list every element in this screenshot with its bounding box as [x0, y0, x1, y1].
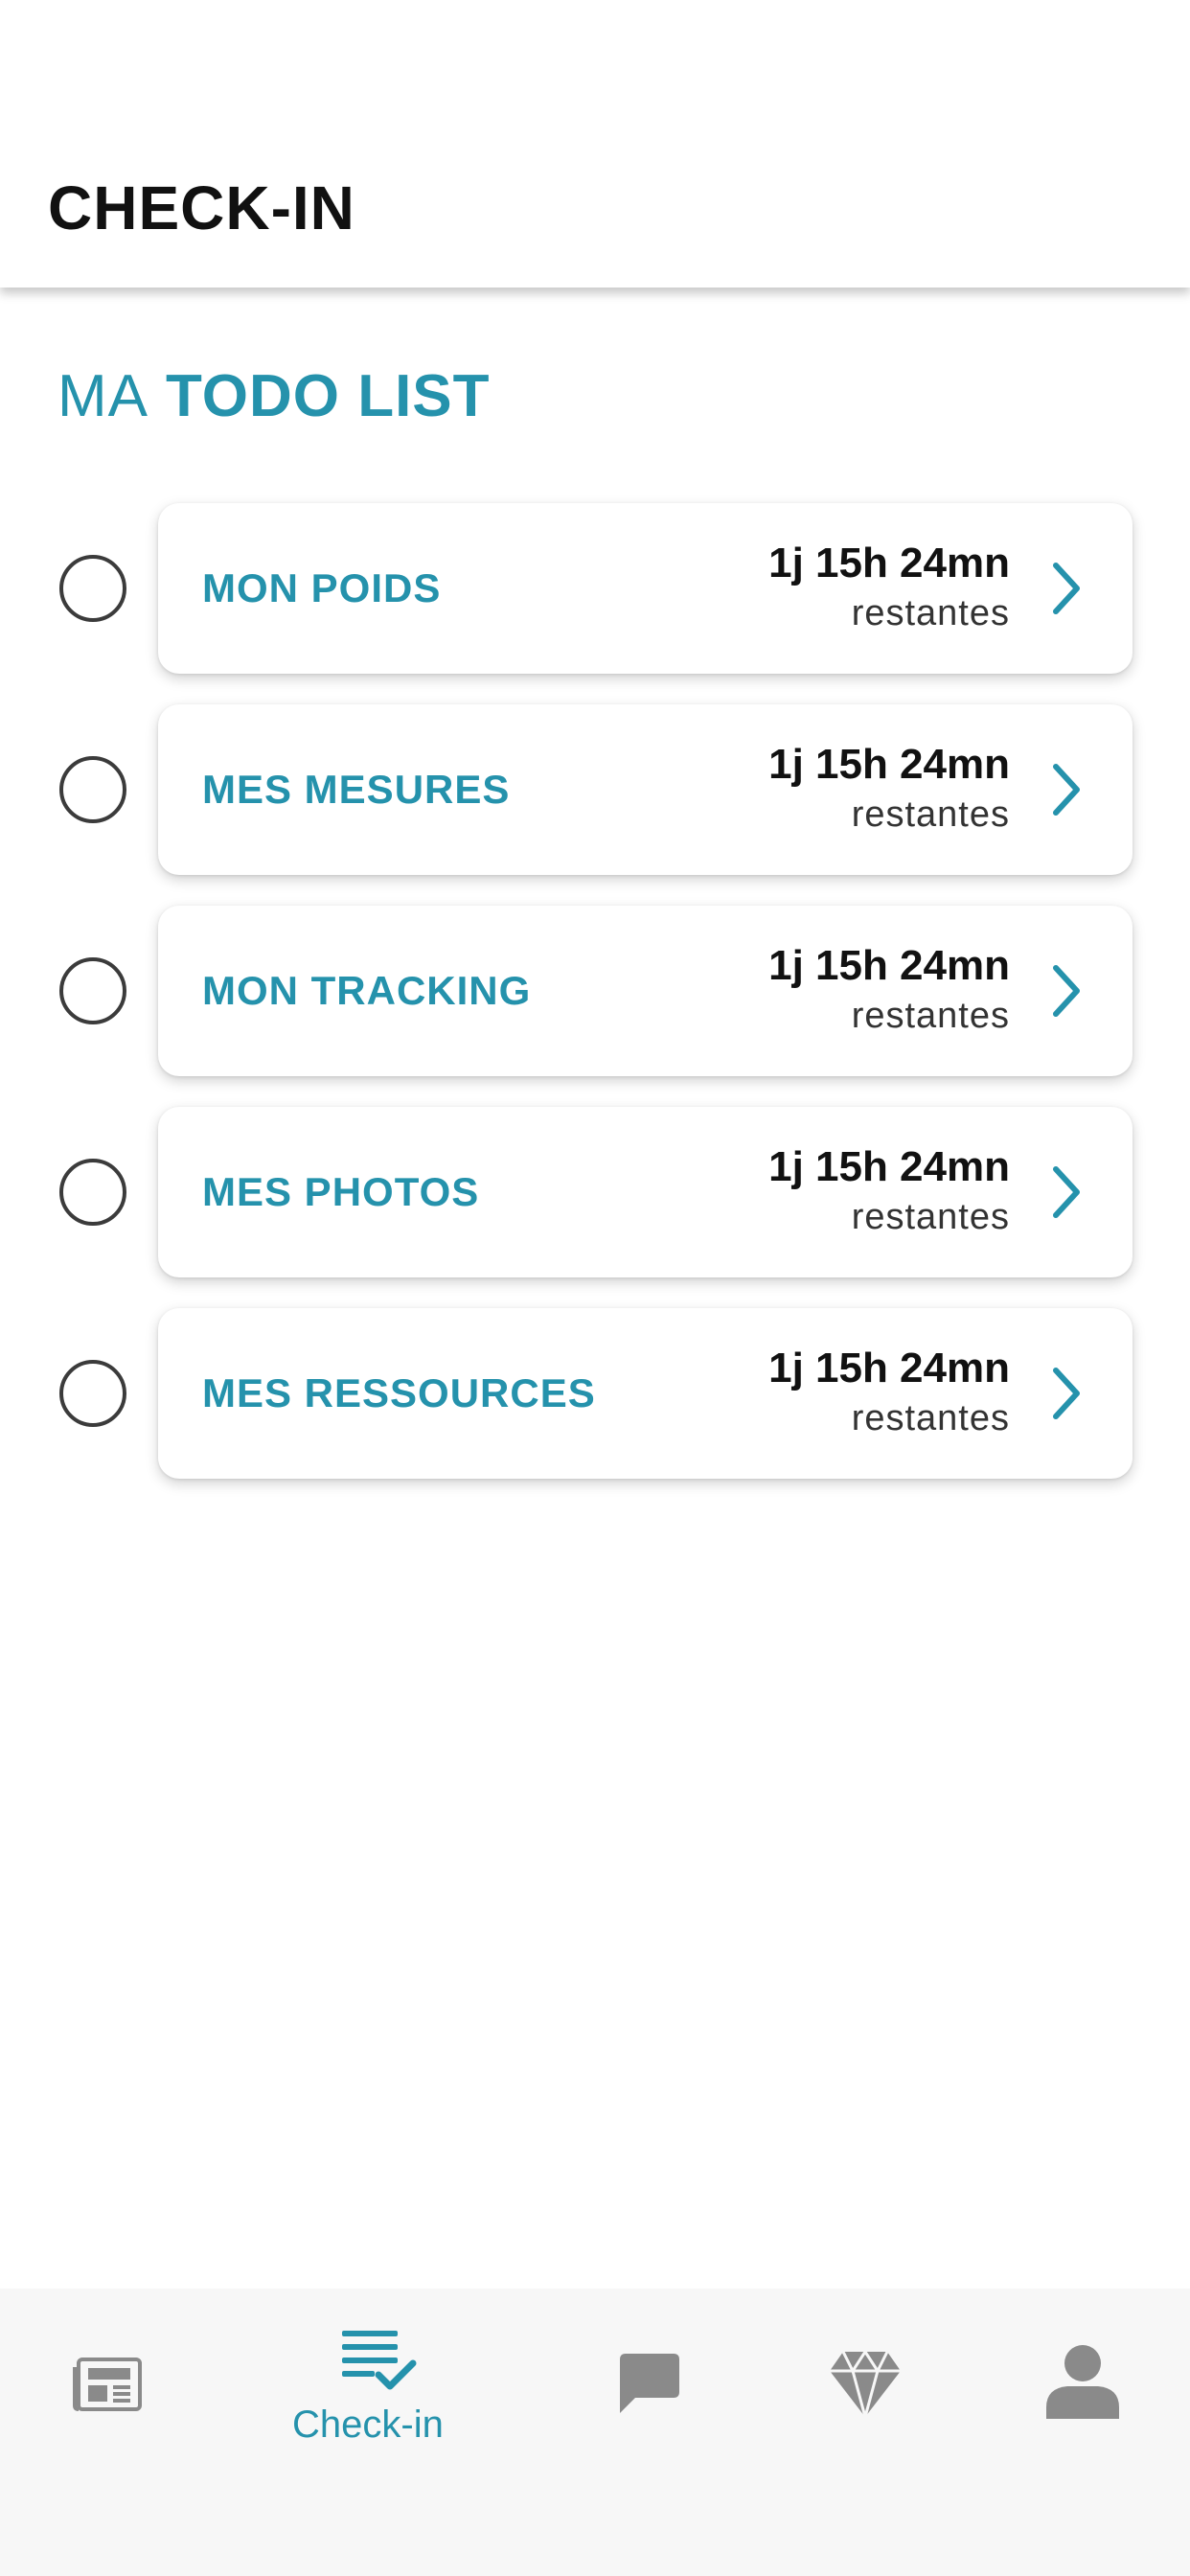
tab-messages[interactable]	[575, 2288, 728, 2576]
todo-time-value: 1j 15h 24mn	[768, 540, 1010, 586]
todo-time-remaining: 1j 15h 24mn restantes	[768, 1141, 1010, 1241]
todo-time-remaining: 1j 15h 24mn restantes	[768, 1343, 1010, 1442]
todo-card[interactable]: MON TRACKING 1j 15h 24mn restantes	[158, 906, 1133, 1076]
todo-card[interactable]: MES PHOTOS 1j 15h 24mn restantes	[158, 1107, 1133, 1277]
tab-profile[interactable]	[1016, 2288, 1150, 2576]
app-header: CHECK-IN	[0, 0, 1190, 288]
section-title: MA TODO LIST	[57, 362, 491, 430]
chat-bubble-icon	[620, 2354, 679, 2413]
todo-time-suffix: restantes	[851, 996, 1010, 1036]
todo-checkbox[interactable]	[59, 1360, 126, 1427]
todo-label: MON TRACKING	[202, 968, 532, 1013]
todo-time-suffix: restantes	[851, 1398, 1010, 1438]
chevron-right-icon	[1053, 1166, 1080, 1218]
todo-time-value: 1j 15h 24mn	[768, 1345, 1010, 1392]
todo-time-suffix: restantes	[851, 593, 1010, 633]
tab-check-in-label: Check-in	[292, 2404, 444, 2446]
bottom-navigation: Check-in	[0, 2288, 1190, 2576]
todo-time-remaining: 1j 15h 24mn restantes	[768, 940, 1010, 1040]
chevron-right-icon	[1053, 965, 1080, 1017]
todo-row-photos: MES PHOTOS 1j 15h 24mn restantes	[0, 1107, 1190, 1308]
todo-time-value: 1j 15h 24mn	[768, 1143, 1010, 1190]
todo-label: MES MESURES	[202, 767, 511, 812]
chevron-right-icon	[1053, 1368, 1080, 1419]
todo-row-mesures: MES MESURES 1j 15h 24mn restantes	[0, 704, 1190, 906]
todo-time-value: 1j 15h 24mn	[768, 741, 1010, 788]
todo-checkbox[interactable]	[59, 957, 126, 1024]
section-title-prefix: MA	[57, 363, 149, 429]
check-in-screen: CHECK-IN MA TODO LIST MON POIDS 1j 15h 24…	[0, 0, 1190, 2576]
todo-time-remaining: 1j 15h 24mn restantes	[768, 739, 1010, 839]
diamond-icon	[830, 2350, 901, 2419]
todo-row-ressources: MES RESSOURCES 1j 15h 24mn restantes	[0, 1308, 1190, 1509]
todo-row-poids: MON POIDS 1j 15h 24mn restantes	[0, 503, 1190, 704]
page-title: CHECK-IN	[48, 173, 355, 242]
todo-time-value: 1j 15h 24mn	[768, 942, 1010, 989]
todo-time-suffix: restantes	[851, 1197, 1010, 1237]
todo-checkbox[interactable]	[59, 756, 126, 823]
todo-time-suffix: restantes	[851, 794, 1010, 835]
user-icon	[1046, 2345, 1119, 2419]
todo-time-remaining: 1j 15h 24mn restantes	[768, 538, 1010, 637]
todo-checkbox[interactable]	[59, 555, 126, 622]
todo-card[interactable]: MES MESURES 1j 15h 24mn restantes	[158, 704, 1133, 875]
todo-card[interactable]: MON POIDS 1j 15h 24mn restantes	[158, 503, 1133, 674]
tab-news[interactable]	[38, 2288, 182, 2576]
section-title-main: TODO LIST	[166, 363, 491, 429]
chevron-right-icon	[1053, 764, 1080, 816]
todo-label: MON POIDS	[202, 565, 442, 610]
todo-row-tracking: MON TRACKING 1j 15h 24mn restantes	[0, 906, 1190, 1107]
todo-card[interactable]: MES RESSOURCES 1j 15h 24mn restantes	[158, 1308, 1133, 1479]
todo-list: MON POIDS 1j 15h 24mn restantes MES MESU…	[0, 503, 1190, 1509]
todo-label: MES PHOTOS	[202, 1169, 480, 1214]
todo-checkbox[interactable]	[59, 1159, 126, 1226]
chevron-right-icon	[1053, 563, 1080, 614]
todo-label: MES RESSOURCES	[202, 1370, 596, 1415]
newspaper-icon	[73, 2358, 142, 2411]
tab-check-in[interactable]: Check-in	[278, 2288, 479, 2576]
checklist-icon	[342, 2331, 417, 2390]
tab-premium[interactable]	[795, 2288, 939, 2576]
